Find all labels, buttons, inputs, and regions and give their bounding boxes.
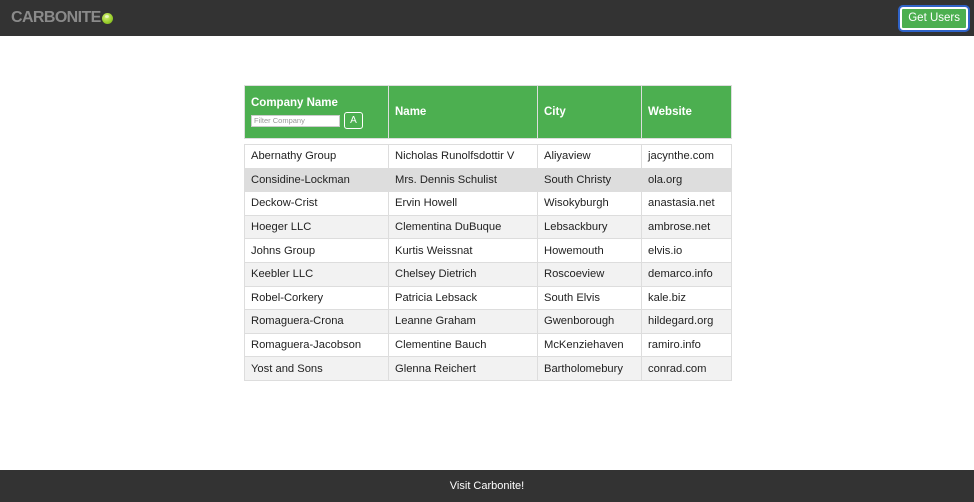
cell-name: Mrs. Dennis Schulist xyxy=(388,167,538,193)
cell-city: Howemouth xyxy=(537,238,642,263)
column-header-name: Name xyxy=(388,85,538,139)
cell-company: Romaguera-Jacobson xyxy=(244,332,389,358)
cell-website: ramiro.info xyxy=(641,332,732,358)
cell-city: Roscoeview xyxy=(537,261,642,287)
cell-city: Lebsackbury xyxy=(537,214,642,240)
cell-name: Ervin Howell xyxy=(388,191,538,216)
carbonite-logo[interactable]: CARBONITE xyxy=(11,9,113,27)
users-table: Company Name A Name City Website Abernat… xyxy=(244,85,732,381)
cell-city: Aliyaview xyxy=(537,144,642,169)
table-row[interactable]: Hoeger LLC Clementina DuBuque Lebsackbury a… xyxy=(244,214,732,240)
logo-text: CARBONITE xyxy=(11,9,101,26)
cell-name: Patricia Lebsack xyxy=(388,285,538,311)
table-header-row: Company Name A Name City Website xyxy=(244,85,732,139)
column-header-company-label: Company Name xyxy=(251,97,338,109)
cell-company: Abernathy Group xyxy=(244,144,389,169)
cell-company: Hoeger LLC xyxy=(244,214,389,240)
cell-company: Keebler LLC xyxy=(244,261,389,287)
cell-website: ola.org xyxy=(641,167,732,193)
cell-website: jacynthe.com xyxy=(641,144,732,169)
cell-name: Clementina DuBuque xyxy=(388,214,538,240)
table-row[interactable]: Johns Group Kurtis Weissnat Howemouth elvis… xyxy=(244,238,732,263)
table-row[interactable]: Yost and Sons Glenna Reichert Bartholomebu… xyxy=(244,356,732,381)
cell-company: Deckow-Crist xyxy=(244,191,389,216)
users-table-container: Company Name A Name City Website Abernat… xyxy=(244,85,732,381)
table-body: Abernathy Group Nicholas Runolfsdottir VA… xyxy=(244,139,732,381)
cell-name: Nicholas Runolfsdottir V xyxy=(388,144,538,169)
table-row[interactable]: Considine-Lockman Mrs. Dennis Schulist Sou… xyxy=(244,167,732,193)
table-row[interactable]: Deckow-Crist Ervin Howell Wisokyburgh anast… xyxy=(244,191,732,216)
cell-website: anastasia.net xyxy=(641,191,732,216)
top-navbar: CARBONITE Get Users xyxy=(0,0,974,36)
cell-name: Kurtis Weissnat xyxy=(388,238,538,263)
cell-city: McKenziehaven xyxy=(537,332,642,358)
cell-website: elvis.io xyxy=(641,238,732,263)
cell-website: kale.biz xyxy=(641,285,732,311)
table-row[interactable]: Romaguera-Jacobson Clementine Bauch McKenz… xyxy=(244,332,732,358)
get-users-button[interactable]: Get Users xyxy=(900,7,968,30)
cell-city: South Elvis xyxy=(537,285,642,311)
column-header-city: City xyxy=(537,85,642,139)
column-header-company: Company Name A xyxy=(244,85,389,139)
footer-bar: Visit Carbonite! xyxy=(0,470,974,502)
cell-city: South Christy xyxy=(537,167,642,193)
cell-city: Gwenborough xyxy=(537,309,642,334)
visit-carbonite-link[interactable]: Visit Carbonite! xyxy=(450,480,524,492)
cell-website: conrad.com xyxy=(641,356,732,381)
company-filter-input[interactable] xyxy=(251,114,340,127)
cell-name: Chelsey Dietrich xyxy=(388,261,538,287)
cell-company: Romaguera-Crona xyxy=(244,309,389,334)
table-row[interactable]: Keebler LLC Chelsey Dietrich Roscoeview dem… xyxy=(244,261,732,287)
logo-dot-icon xyxy=(101,12,113,24)
company-filter-group: A xyxy=(251,112,382,129)
cell-city: Wisokyburgh xyxy=(537,191,642,216)
cell-website: demarco.info xyxy=(641,261,732,287)
sort-company-button[interactable]: A xyxy=(344,112,363,129)
table-row[interactable]: Robel-Corkery Patricia Lebsack South Elvis… xyxy=(244,285,732,311)
cell-website: hildegard.org xyxy=(641,309,732,334)
cell-name: Clementine Bauch xyxy=(388,332,538,358)
cell-company: Yost and Sons xyxy=(244,356,389,381)
cell-company: Considine-Lockman xyxy=(244,167,389,193)
column-header-website: Website xyxy=(641,85,732,139)
cell-company: Robel-Corkery xyxy=(244,285,389,311)
cell-city: Bartholomebury xyxy=(537,356,642,381)
cell-website: ambrose.net xyxy=(641,214,732,240)
table-row[interactable]: Romaguera-Crona Leanne Graham Gwenborough h… xyxy=(244,309,732,334)
cell-company: Johns Group xyxy=(244,238,389,263)
cell-name: Leanne Graham xyxy=(388,309,538,334)
cell-name: Glenna Reichert xyxy=(388,356,538,381)
table-row[interactable]: Abernathy Group Nicholas Runolfsdottir VA… xyxy=(244,144,732,169)
